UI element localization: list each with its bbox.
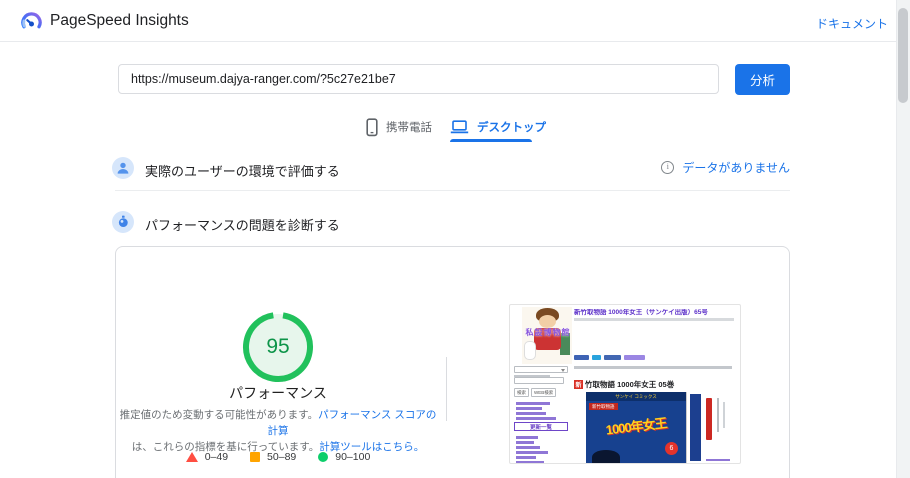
performance-score-value: 95 [266, 335, 290, 358]
legend-range-fail: 0–49 [204, 451, 229, 463]
card-vertical-divider [446, 357, 447, 421]
cover-planet-shape [592, 450, 620, 463]
thumb-link-bar [516, 446, 540, 449]
tab-mobile-label: 携帯電話 [386, 122, 432, 134]
thumb-link-bar [516, 436, 538, 439]
red-triangle-icon [185, 452, 198, 462]
thumb-breadcrumb-bar [574, 318, 734, 321]
thumb-link-bar [516, 456, 536, 459]
url-input[interactable] [118, 64, 719, 94]
spine-text-bar [717, 398, 719, 432]
site-mascot-image: 私設博物館 [522, 307, 572, 364]
cover-series-chip: 新竹取物語 [589, 403, 618, 410]
legend-range-pass: 90–100 [335, 451, 371, 463]
site-logo-text: 私設博物館 [525, 328, 571, 337]
lab-data-stopwatch-icon [112, 211, 134, 233]
thumb-link-bar [516, 402, 550, 405]
app-title: PageSpeed Insights [50, 12, 189, 29]
cover-top-band: サンケイ コミックス [586, 392, 686, 401]
active-tab-indicator [450, 139, 532, 142]
field-section-title: 実際のユーザーの環境で評価する [145, 164, 340, 179]
spine-red-banner [706, 398, 712, 440]
cover-title-text: 1000年女王 [604, 415, 668, 438]
green-circle-icon [318, 452, 329, 462]
thumb-link-bar [516, 412, 546, 415]
lab-section-title: パフォーマンスの問題を診断する [145, 218, 340, 233]
pagespeed-logo-icon [21, 12, 42, 29]
tab-desktop-label: デスクトップ [477, 122, 546, 134]
mascot-cat [524, 341, 536, 360]
thumb-link-bar [516, 451, 548, 454]
legend-item-average: 50–89 [250, 451, 296, 463]
note-text-1: 推定値のため変動する可能性があります。 [119, 409, 319, 421]
thumb-link-bar [516, 407, 542, 410]
spine-text-bar [723, 402, 725, 428]
thumb-page-title: 新竹取物語 1000年女王（サンケイ出版）65号 [574, 309, 708, 316]
thumb-article-heading: 新 竹取物語 1000年女王 05巻 [574, 379, 674, 390]
new-badge-icon: 新 [574, 380, 583, 389]
field-data-status-link[interactable]: データがありません [661, 159, 790, 176]
thumb-link-bar [516, 441, 534, 444]
legend-item-pass: 90–100 [318, 451, 370, 463]
comic-cover-front: サンケイ コミックス 新竹取物語 1000年女王 6 [586, 392, 686, 463]
page-screenshot-thumbnail[interactable]: 私設博物館 新竹取物語 1000年女王（サンケイ出版）65号 検索 WEB検索 … [509, 304, 741, 464]
pagespeed-insights-page: PageSpeed Insights ドキュメント 分析 携帯電話 デスクトップ… [0, 0, 910, 478]
spine-purple-bar [706, 458, 730, 461]
mobile-phone-icon [366, 117, 378, 136]
legend-range-average: 50–89 [267, 451, 297, 463]
legend-item-fail: 0–49 [185, 451, 229, 463]
thumb-web-search-button: WEB検索 [531, 388, 557, 397]
field-data-user-icon [112, 157, 134, 179]
tab-mobile[interactable]: 携帯電話 [366, 114, 432, 140]
performance-label: パフォーマンス [229, 385, 327, 401]
thumb-tags-bar [574, 366, 732, 369]
analyze-button[interactable]: 分析 [735, 64, 790, 95]
tab-desktop[interactable]: デスクトップ [450, 114, 546, 140]
thumb-sidebar-buttons: 検索 WEB検索 [514, 388, 557, 397]
performance-note: 推定値のため変動する可能性があります。パフォーマンス スコアの計算 は、これらの指… [118, 407, 438, 455]
page-scrollbar-track [896, 0, 910, 478]
score-legend: 0–49 50–89 90–100 [118, 451, 438, 463]
comic-cover-image: サンケイ コミックス 新竹取物語 1000年女王 6 [586, 392, 736, 463]
desktop-laptop-icon [450, 120, 469, 134]
thumb-link-bar [516, 417, 556, 420]
spine-blue-banner [690, 394, 701, 461]
performance-report-card: 95 パフォーマンス 推定値のため変動する可能性があります。パフォーマンス スコ… [115, 246, 790, 478]
cover-volume-badge: 6 [665, 442, 678, 455]
thumb-share-buttons [574, 355, 645, 360]
thumb-link-bar [516, 461, 544, 463]
page-scrollbar-thumb[interactable] [898, 8, 908, 103]
info-icon [661, 161, 675, 174]
thumb-sidebar-search [514, 377, 564, 384]
thumb-search-button: 検索 [514, 388, 529, 397]
section-divider [115, 190, 790, 191]
thumb-sidebar-select [514, 366, 568, 373]
comic-cover-spine [686, 392, 736, 463]
documentation-link[interactable]: ドキュメント [816, 15, 888, 32]
thumb-updates-box: 更新一覧 [514, 422, 568, 431]
thumb-article-heading-text: 竹取物語 1000年女王 05巻 [585, 380, 675, 389]
orange-square-icon [250, 452, 261, 462]
app-header: PageSpeed Insights ドキュメント [0, 0, 910, 42]
field-status-label: データがありません [682, 161, 790, 175]
performance-score-gauge[interactable]: 95 [242, 311, 314, 383]
